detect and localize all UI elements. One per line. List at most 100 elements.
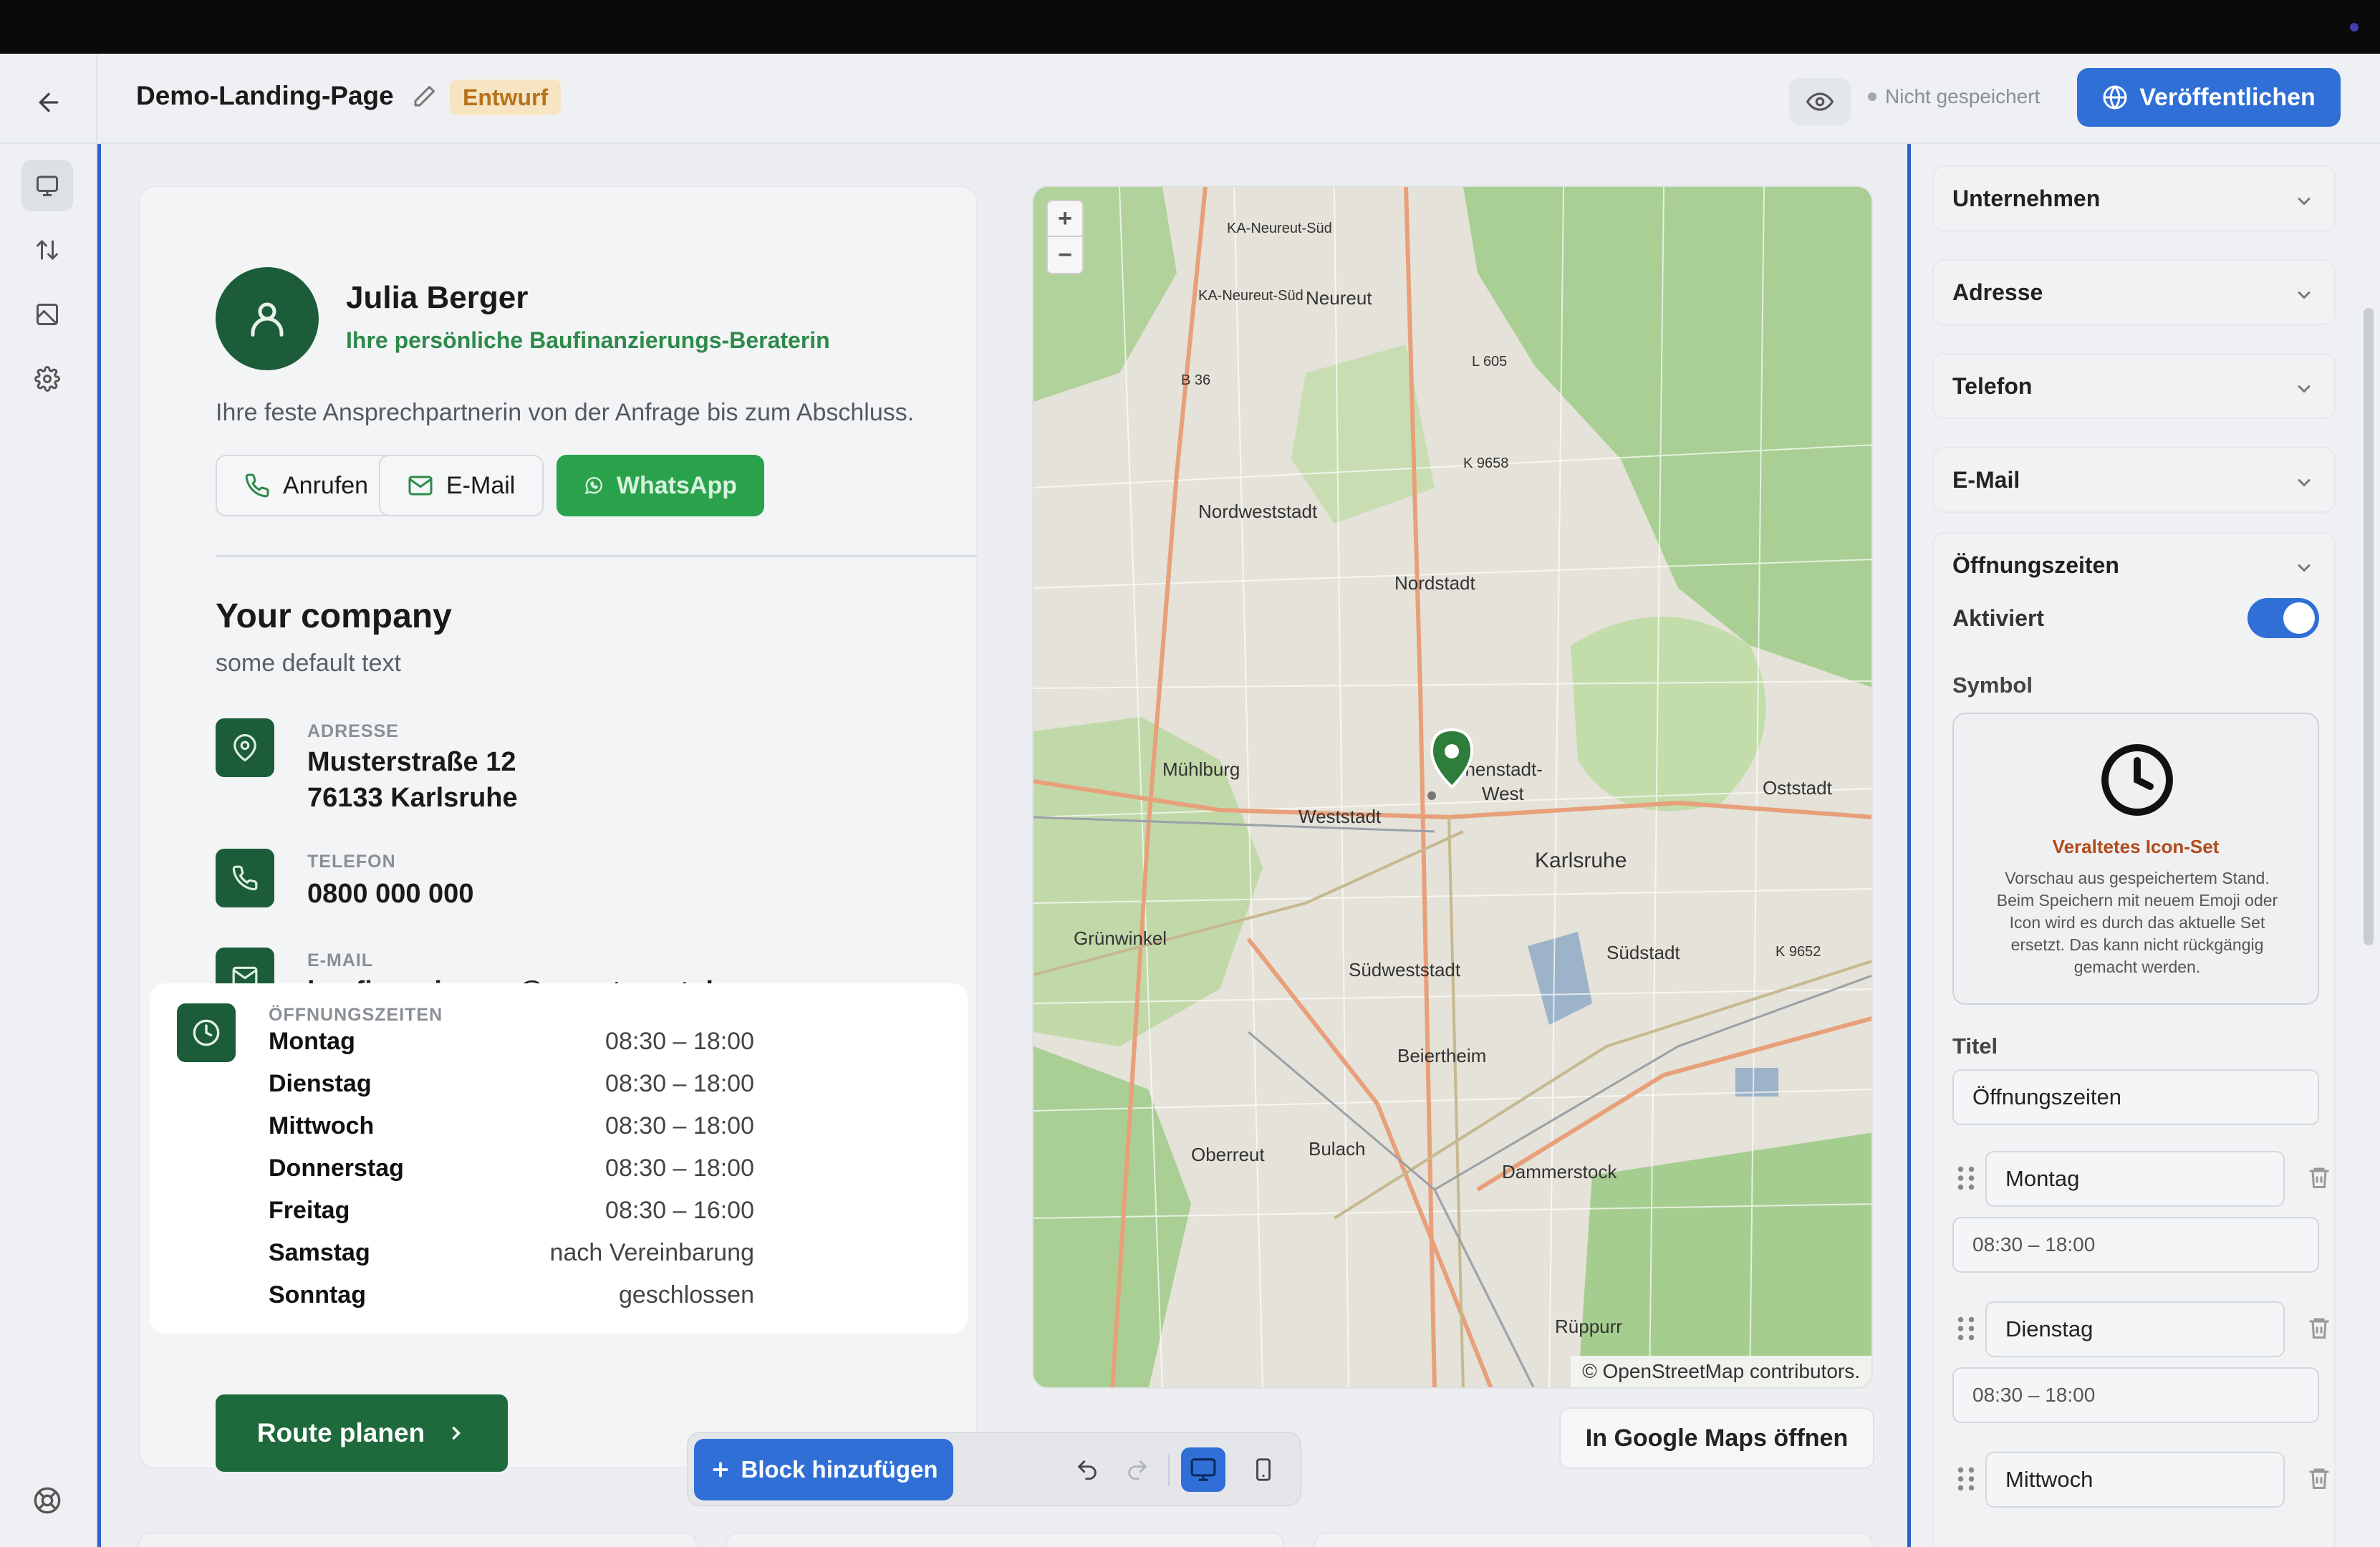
route-button[interactable]: Route planen [216, 1394, 508, 1472]
address-label: ADRESSE [307, 721, 399, 741]
zoom-out-button[interactable]: − [1048, 237, 1082, 273]
open-google-maps-button[interactable]: In Google Maps öffnen [1559, 1407, 1874, 1469]
camera-dot [2350, 23, 2359, 32]
time: geschlossen [618, 1281, 754, 1309]
publish-button[interactable]: Veröffentlichen [2077, 68, 2341, 127]
title-label: Titel [1952, 1033, 1998, 1059]
mail-icon [408, 476, 433, 496]
map-label: K 9658 [1463, 456, 1508, 471]
map-attribution[interactable]: © OpenStreetMap contributors. [1571, 1356, 1871, 1387]
legacy-iconset-text: Vorschau aus gespeichertem Stand. Beim S… [1996, 869, 2278, 976]
hours-row: Mittwoch 08:30 – 18:00 [269, 1112, 754, 1154]
next-block-card [726, 1532, 1284, 1547]
drag-handle-icon[interactable] [1955, 1164, 1977, 1192]
map-label: KA-Neureut-Süd [1198, 288, 1304, 304]
map-label: Mühlburg [1162, 758, 1240, 780]
hours-icon-box [177, 1003, 236, 1062]
chevron-down-icon [2298, 198, 2311, 206]
drag-handle-icon[interactable] [1955, 1314, 1977, 1343]
map-label: Dammerstock [1502, 1161, 1617, 1182]
lifebuoy-icon [34, 1487, 61, 1514]
rail-settings-button[interactable] [21, 353, 73, 405]
accordion-email[interactable]: E-Mail [1932, 447, 2336, 513]
hours-row: Freitag 08:30 – 16:00 [269, 1197, 754, 1238]
system-top-bar [0, 0, 2380, 54]
status-badge: Entwurf [450, 79, 562, 115]
phone-icon [232, 865, 258, 891]
map-label: Neureut [1306, 287, 1372, 309]
time-input[interactable]: 08:30 – 18:00 [1952, 1367, 2319, 1423]
sort-icon [37, 239, 58, 261]
accordion-adresse[interactable]: Adresse [1932, 259, 2336, 325]
call-button[interactable]: Anrufen [216, 455, 398, 516]
advisor-name: Julia Berger [346, 280, 529, 315]
undo-button[interactable] [1065, 1447, 1109, 1492]
symbol-picker[interactable]: Veraltetes Icon-Set Vorschau aus gespeic… [1952, 713, 2319, 1005]
page-title: Demo-Landing-Page [136, 81, 394, 110]
avatar [216, 267, 319, 370]
map-label: Grünwinkel [1074, 927, 1167, 949]
preview-button[interactable] [1789, 78, 1851, 125]
accordion-unternehmen[interactable]: Unternehmen [1932, 165, 2336, 231]
back-button[interactable] [29, 82, 69, 122]
accordion-telefon[interactable]: Telefon [1932, 353, 2336, 419]
rail-theme-button[interactable] [21, 289, 73, 340]
desktop-view-button[interactable] [1181, 1447, 1225, 1492]
route-label: Route planen [256, 1418, 425, 1447]
rail-sort-button[interactable] [21, 224, 73, 276]
rail-help-button[interactable] [21, 1475, 73, 1526]
accordion-label: Telefon [1952, 373, 2033, 399]
publish-label: Veröffentlichen [2139, 83, 2316, 111]
email-label: E-Mail [446, 471, 516, 499]
trash-icon[interactable] [2306, 1164, 2332, 1191]
mobile-view-button[interactable] [1241, 1447, 1286, 1492]
map-view[interactable]: KA-Neureut-Süd KA-Neureut-Süd Neureut B … [1032, 185, 1873, 1389]
save-status-text: Nicht gespeichert [1885, 85, 2041, 107]
address-line1: Musterstraße 12 [307, 747, 516, 777]
pencil-icon[interactable] [411, 84, 437, 110]
chevron-down-icon[interactable] [2294, 558, 2314, 578]
map-label: Weststadt [1299, 806, 1382, 827]
trash-icon[interactable] [2306, 1465, 2332, 1492]
accordion-label: E-Mail [1952, 467, 2020, 493]
title-input[interactable]: Öffnungszeiten [1952, 1069, 2319, 1125]
advisor-role: Ihre persönliche Baufinanzierungs-Berate… [346, 327, 830, 353]
enabled-toggle[interactable] [2247, 598, 2319, 638]
rail-layout-button[interactable] [21, 160, 73, 211]
add-block-button[interactable]: Block hinzufügen [694, 1439, 953, 1500]
map-label: B 36 [1181, 372, 1210, 388]
header-divider [96, 54, 97, 144]
map-label: KA-Neureut-Süd [1227, 221, 1332, 236]
map-label: Oststadt [1763, 777, 1833, 799]
map-label: Südstadt [1606, 942, 1680, 963]
day-input[interactable]: Montag [1985, 1151, 2285, 1207]
zoom-in-button[interactable]: + [1048, 201, 1082, 237]
time: 08:30 – 18:00 [605, 1155, 754, 1182]
toolbar-separator [1168, 1455, 1170, 1486]
redo-button[interactable] [1115, 1447, 1160, 1492]
phone-icon-box [216, 849, 274, 907]
globe-icon [2103, 85, 2127, 110]
email-button[interactable]: E-Mail [379, 455, 544, 516]
map-label: Südweststadt [1349, 959, 1461, 980]
map-label: Bulach [1309, 1138, 1366, 1160]
trash-icon[interactable] [2306, 1314, 2332, 1341]
clock-icon [2101, 744, 2173, 816]
accordion-label[interactable]: Öffnungszeiten [1952, 552, 2119, 579]
status-dot [1868, 92, 1876, 101]
time-input[interactable]: 08:30 – 18:00 [1952, 1217, 2319, 1273]
whatsapp-button[interactable]: WhatsApp [557, 455, 764, 516]
panel-scrollbar[interactable] [2364, 308, 2374, 945]
call-label: Anrufen [283, 471, 369, 499]
whatsapp-icon [584, 477, 602, 495]
phone-icon [245, 473, 269, 498]
clock-icon [193, 1019, 220, 1046]
map-label: Karlsruhe [1535, 849, 1627, 872]
day-input[interactable]: Dienstag [1985, 1301, 2285, 1357]
map-label: Oberreut [1191, 1144, 1265, 1165]
drag-handle-icon[interactable] [1955, 1465, 1977, 1493]
opening-hours-block[interactable]: ÖFFNUNGSZEITEN Montag 08:30 – 18:00 Diens… [150, 983, 968, 1334]
chevron-down-icon [2298, 479, 2311, 487]
hours-label: ÖFFNUNGSZEITEN [269, 1005, 443, 1025]
day-input[interactable]: Mittwoch [1985, 1452, 2285, 1508]
